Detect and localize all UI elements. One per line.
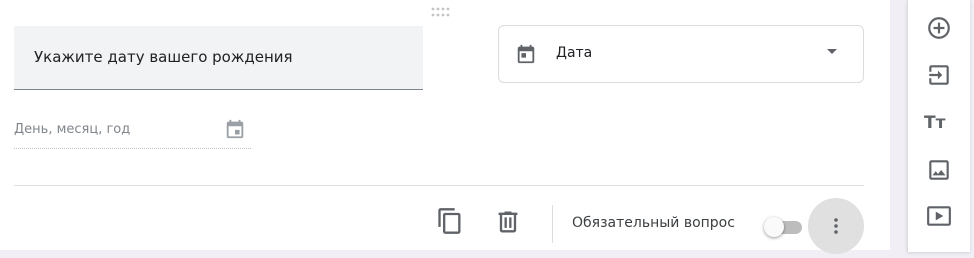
footer-separator [552, 205, 553, 243]
question-title-input[interactable]: Укажите дату вашего рождения [14, 26, 423, 90]
toggle-thumb [764, 217, 784, 237]
question-type-select[interactable]: Дата [498, 25, 864, 83]
question-title-text: Укажите дату вашего рождения [34, 48, 293, 66]
date-placeholder: День, месяц, год [14, 122, 131, 137]
add-title-icon[interactable]: Тт [924, 113, 945, 133]
required-label: Обязательный вопрос [572, 215, 735, 231]
drag-handle-icon[interactable] [430, 6, 452, 18]
date-answer-field: День, месяц, год [14, 112, 251, 149]
calendar-icon [517, 44, 535, 64]
more-vert-icon [834, 218, 838, 234]
more-options-button[interactable] [808, 198, 864, 254]
chevron-down-icon [827, 49, 837, 54]
duplicate-icon[interactable] [436, 207, 464, 235]
required-toggle[interactable] [764, 215, 804, 239]
floating-toolbar: Тт [907, 0, 970, 252]
question-type-label: Дата [556, 45, 593, 61]
delete-icon[interactable] [494, 208, 522, 236]
add-question-icon[interactable] [926, 15, 952, 41]
add-image-icon[interactable] [926, 157, 952, 183]
footer-divider [14, 185, 864, 186]
calendar-icon [226, 119, 244, 139]
import-questions-icon[interactable] [926, 62, 952, 88]
question-card: Укажите дату вашего рождения Дата День, … [0, 0, 890, 254]
add-video-icon[interactable] [926, 203, 952, 229]
